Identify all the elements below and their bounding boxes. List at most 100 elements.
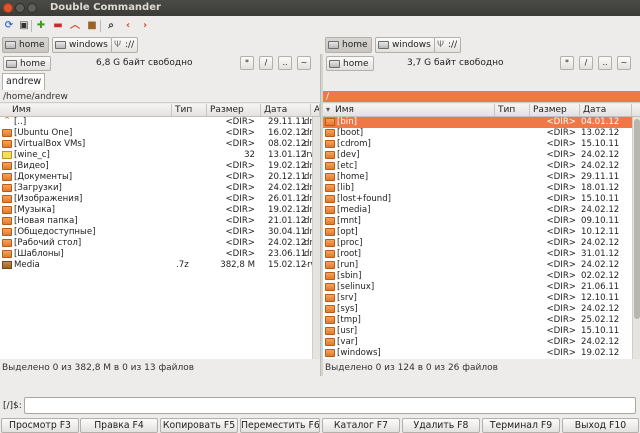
left-tab-andrew[interactable]: andrew [2, 73, 46, 90]
folder-icon [325, 239, 335, 247]
right-file-row[interactable]: [root] <DIR> 31.01.12 [323, 249, 632, 260]
right-drive-home[interactable]: home [325, 37, 372, 53]
right-file-row[interactable]: [run] <DIR> 24.02.12 [323, 260, 632, 271]
forward-button[interactable]: › [138, 19, 152, 33]
file-size: <DIR> [546, 293, 576, 303]
left-file-row[interactable]: ⌃[..] <DIR> 29.11.11drw [0, 117, 312, 128]
file-date: 16.02.12 [268, 128, 307, 138]
left-drive-home[interactable]: home [2, 37, 49, 53]
folder-icon [325, 338, 335, 346]
right-file-row[interactable]: [tmp] <DIR> 25.02.12 [323, 315, 632, 326]
close-window-button[interactable] [3, 3, 13, 13]
right-nav-root-favorites-button[interactable]: * [560, 56, 574, 70]
add-button[interactable]: ✚ [34, 19, 48, 33]
right-file-row[interactable]: [boot] <DIR> 13.02.12 [323, 128, 632, 139]
right-column-name[interactable]: Имя [323, 104, 495, 117]
left-column-type[interactable]: Тип [172, 104, 207, 117]
right-file-row[interactable]: [media] <DIR> 24.02.12 [323, 205, 632, 216]
left-nav-parent-button[interactable]: .. [278, 56, 292, 70]
right-scrollbar[interactable] [632, 117, 640, 359]
right-file-row[interactable]: [cdrom] <DIR> 15.10.11 [323, 139, 632, 150]
scroll-thumb[interactable] [634, 119, 640, 319]
file-name: [Общедоступные] [14, 227, 96, 237]
archive-button[interactable]: ■ [85, 19, 99, 33]
left-file-row[interactable]: [Новая папка] <DIR> 21.01.12drw [0, 216, 312, 227]
back-button[interactable]: ‹ [121, 19, 135, 33]
right-file-row[interactable]: [opt] <DIR> 10.12.11 [323, 227, 632, 238]
right-file-row[interactable]: [lost+found] <DIR> 15.10.11 [323, 194, 632, 205]
right-file-row[interactable]: [sys] <DIR> 24.02.12 [323, 304, 632, 315]
right-file-row[interactable]: [dev] <DIR> 24.02.12 [323, 150, 632, 161]
left-nav-home-button[interactable]: ~ [297, 56, 311, 70]
left-file-row[interactable]: [Общедоступные] <DIR> 30.04.11drw [0, 227, 312, 238]
right-nav-root-button[interactable]: / [579, 56, 593, 70]
left-scrollbar[interactable] [312, 117, 320, 359]
terminal-button[interactable]: ▣ [17, 19, 31, 33]
right-nav-parent-button[interactable]: .. [598, 56, 612, 70]
file-name: [Шаблоны] [14, 249, 64, 259]
left-file-row[interactable]: [Документы] <DIR> 20.12.11drw [0, 172, 312, 183]
right-column-date[interactable]: Дата [580, 104, 632, 117]
right-column-size[interactable]: Размер [530, 104, 580, 117]
search-button[interactable]: ⌕ [104, 19, 118, 33]
left-file-row[interactable]: [Загрузки] <DIR> 24.02.12drw [0, 183, 312, 194]
left-file-row[interactable]: Media .7z 382,8 M 15.02.12-rw [0, 260, 312, 271]
up-button[interactable]: ︿ [68, 19, 82, 33]
right-file-row[interactable]: [mnt] <DIR> 09.10.11 [323, 216, 632, 227]
mkdir-f-button[interactable]: Каталог F7 [322, 418, 400, 433]
right-file-row[interactable]: [srv] <DIR> 12.10.11 [323, 293, 632, 304]
left-file-row[interactable]: [VirtualBox VMs] <DIR> 08.02.12drw [0, 139, 312, 150]
left-column-date[interactable]: Дата [261, 104, 311, 117]
command-line-input[interactable] [24, 397, 636, 414]
right-column-type[interactable]: Тип [495, 104, 530, 117]
left-file-row[interactable]: [Изображения] <DIR> 26.01.12drw [0, 194, 312, 205]
left-file-list: ⌃[..]<DIR>29.11.11drw[Ubuntu One]<DIR>16… [0, 117, 312, 359]
left-file-row[interactable]: [Музыка] <DIR> 19.02.12drw [0, 205, 312, 216]
right-file-row[interactable]: [home] <DIR> 29.11.11 [323, 172, 632, 183]
left-drive-windows[interactable]: windows [52, 37, 112, 53]
maximize-window-button[interactable] [27, 3, 37, 13]
left-nav-root-button[interactable]: / [259, 56, 273, 70]
left-drive-network[interactable]: Ψ:// [111, 37, 139, 53]
left-file-row[interactable]: [wine_c] 32 13.01.12lrw [0, 150, 312, 161]
right-file-row[interactable]: [windows] <DIR> 19.02.12 [323, 348, 632, 359]
right-file-row[interactable]: [proc] <DIR> 24.02.12 [323, 238, 632, 249]
left-nav-root-favorites-button[interactable]: * [240, 56, 254, 70]
file-name: [sbin] [337, 271, 362, 281]
left-drive-selector[interactable]: home [3, 56, 51, 71]
left-file-row[interactable]: [Рабочий стол] <DIR> 24.02.12drw [0, 238, 312, 249]
delete-f-button[interactable]: Удалить F8 [402, 418, 480, 433]
left-file-row[interactable]: [Ubuntu One] <DIR> 16.02.12drw [0, 128, 312, 139]
left-column-headers: ИмяТипРазмерДатаАт [0, 104, 320, 117]
terminal-f-button[interactable]: Терминал F9 [482, 418, 560, 433]
right-drive-windows[interactable]: windows [375, 37, 435, 53]
refresh-button[interactable]: ⟳ [2, 19, 16, 33]
copy-f-button[interactable]: Копировать F5 [160, 418, 238, 433]
right-file-row[interactable]: [etc] <DIR> 24.02.12 [323, 161, 632, 172]
edit-f-button[interactable]: Правка F4 [80, 418, 158, 433]
minimize-window-button[interactable] [15, 3, 25, 13]
title-bar: Double Commander [0, 0, 640, 16]
right-drive-selector[interactable]: home [326, 56, 374, 71]
right-drive-label: home [343, 58, 369, 69]
right-file-row[interactable]: [lib] <DIR> 18.01.12 [323, 183, 632, 194]
view-f-button[interactable]: Просмотр F3 [1, 418, 79, 433]
right-file-row[interactable]: [selinux] <DIR> 21.06.11 [323, 282, 632, 293]
left-column-size[interactable]: Размер [207, 104, 261, 117]
right-file-row[interactable]: [bin] <DIR> 04.01.12 [323, 117, 632, 128]
right-nav-home-button[interactable]: ~ [617, 56, 631, 70]
left-file-row[interactable]: [Видео] <DIR> 19.02.12drw [0, 161, 312, 172]
left-column-attr[interactable]: Ат [311, 104, 320, 117]
left-column-name[interactable]: Имя [0, 104, 172, 117]
right-file-row[interactable]: [usr] <DIR> 15.10.11 [323, 326, 632, 337]
move-f-button[interactable]: Переместить F6 [240, 418, 320, 433]
file-attributes: drw [304, 117, 312, 127]
left-file-row[interactable]: [Шаблоны] <DIR> 23.06.11drw [0, 249, 312, 260]
exit-f-button[interactable]: Выход F10 [562, 418, 639, 433]
right-file-row[interactable]: [sbin] <DIR> 02.02.12 [323, 271, 632, 282]
left-drive-bar: home windows Ψ:// [0, 36, 320, 54]
right-drive-network[interactable]: Ψ:// [434, 37, 462, 53]
remove-button[interactable]: ▬ [51, 19, 65, 33]
file-size: <DIR> [225, 172, 255, 182]
right-file-row[interactable]: [var] <DIR> 24.02.12 [323, 337, 632, 348]
